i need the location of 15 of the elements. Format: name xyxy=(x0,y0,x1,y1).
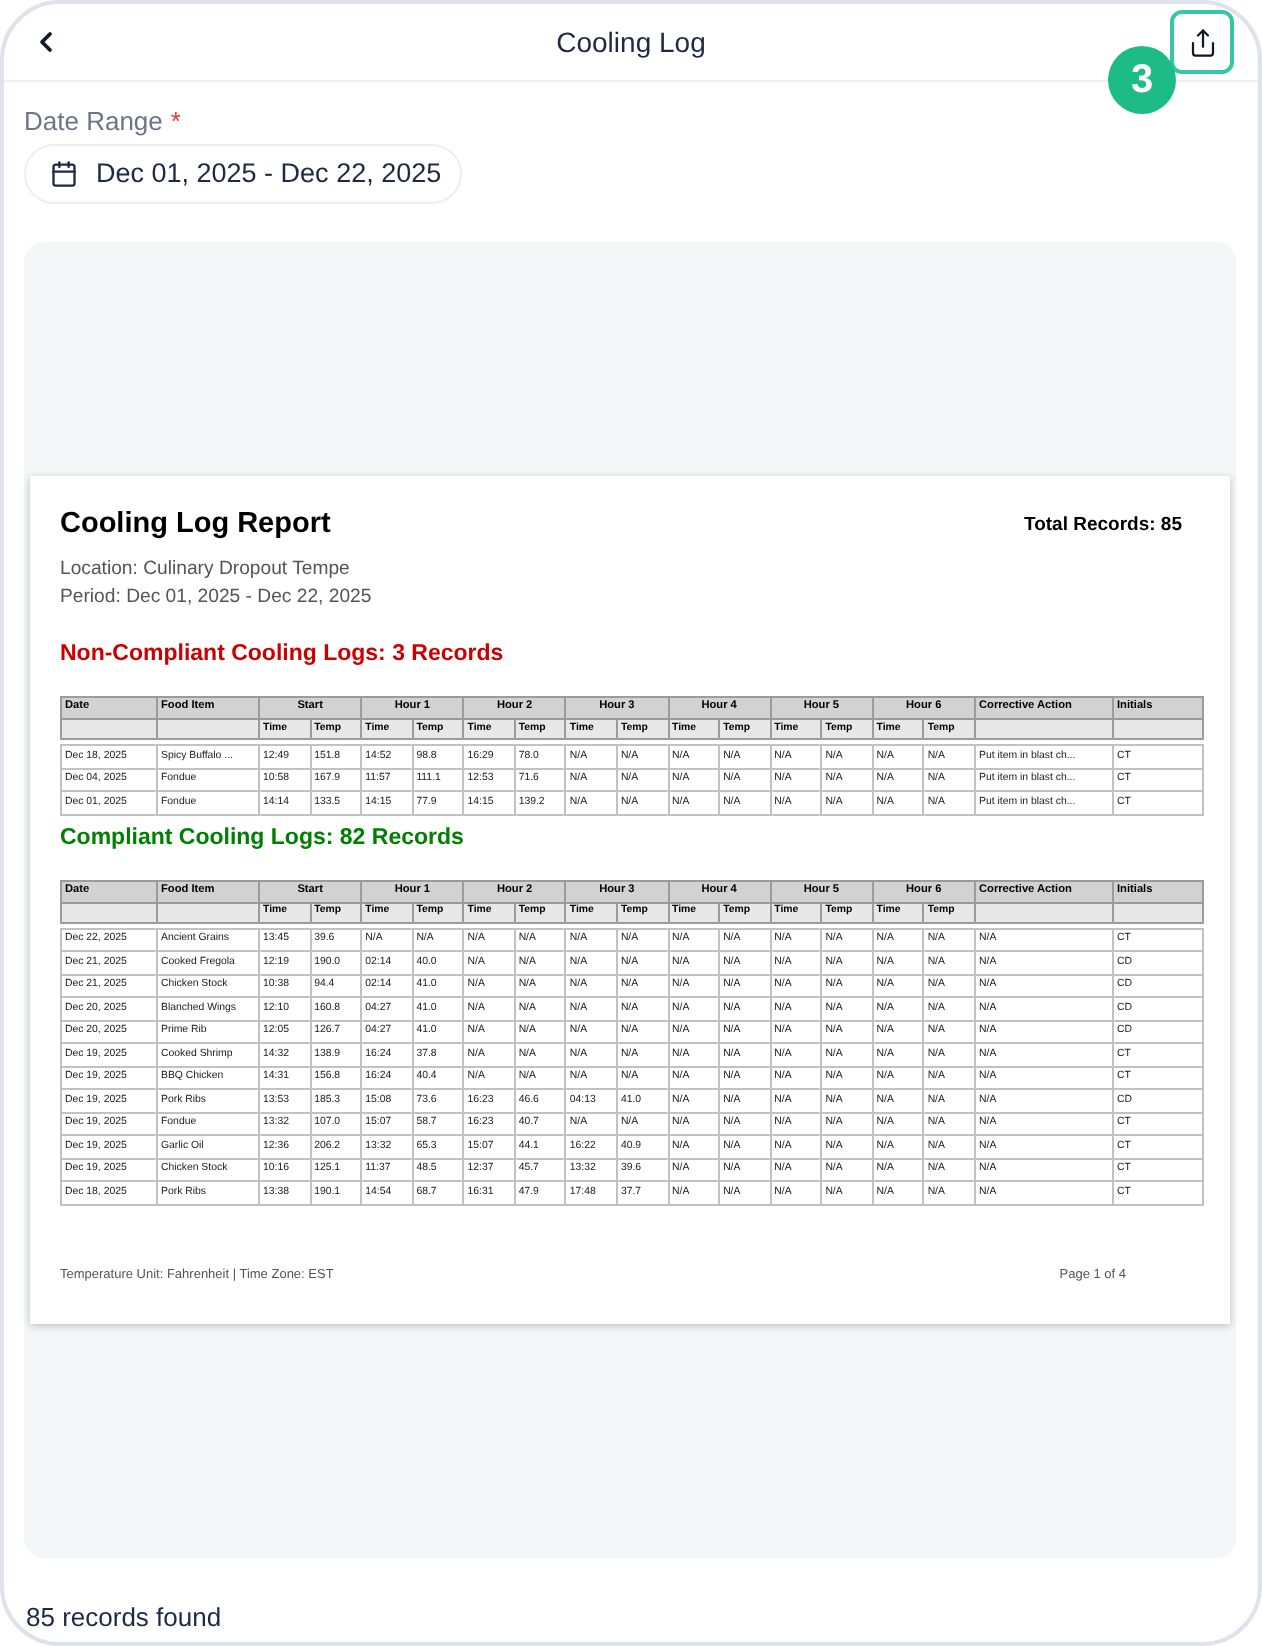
field-label: Date Range xyxy=(24,106,163,138)
report-location: Location: Culinary Dropout Tempe xyxy=(60,556,350,584)
section-heading: Compliant Cooling Logs: 82 Records xyxy=(60,823,464,851)
report-title: Cooling Log Report xyxy=(60,508,331,542)
report-period: Period: Dec 01, 2025 - Dec 22, 2025 xyxy=(60,584,372,612)
share-button[interactable] xyxy=(1170,10,1234,74)
section-heading: Non-Compliant Cooling Logs: 3 Records xyxy=(60,640,504,668)
calendar-icon xyxy=(50,160,78,188)
share-icon xyxy=(1187,27,1217,57)
total-records: Total Records: 85 xyxy=(1023,512,1182,540)
date-range-field[interactable]: Dec 01, 2025 - Dec 22, 2025 xyxy=(24,144,462,204)
page-title: Cooling Log xyxy=(556,23,706,62)
required-mark: * xyxy=(170,106,181,138)
step-badge: 3 xyxy=(1108,46,1176,114)
records-count: 85 records found xyxy=(26,1602,222,1632)
